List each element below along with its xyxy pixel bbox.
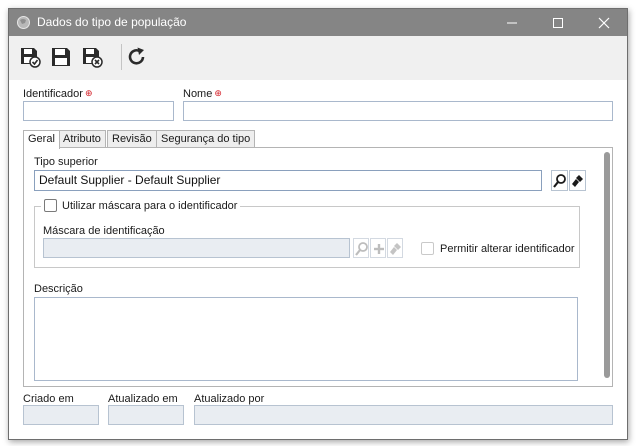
descricao-label: Descrição <box>34 283 83 295</box>
save-close-button[interactable] <box>81 46 103 68</box>
criado-em-label: Criado em <box>23 393 74 405</box>
tab-seguranca-do-tipo[interactable]: Segurança do tipo <box>156 130 256 148</box>
save-new-button[interactable] <box>19 46 41 68</box>
tipo-superior-field[interactable]: Default Supplier - Default Supplier <box>34 170 542 191</box>
tipo-superior-search-button[interactable] <box>551 170 568 191</box>
mask-checkbox-label: Utilizar máscara para o identificador <box>62 199 238 212</box>
atualizado-por-field <box>194 405 613 425</box>
panel-scrollbar-thumb[interactable] <box>604 152 610 378</box>
dialog-window: Dados do tipo de população Identificador… <box>8 8 628 440</box>
mask-search-button[interactable] <box>353 238 369 258</box>
criado-em-field <box>23 405 99 425</box>
mask-label: Máscara de identificação <box>43 225 165 237</box>
save-close-icon <box>83 48 103 68</box>
tab-revisao[interactable]: Revisão <box>107 130 157 148</box>
allow-change-row[interactable]: Permitir alterar identificador <box>421 242 575 255</box>
magnifier-icon <box>553 174 566 188</box>
magnifier-icon <box>355 242 368 256</box>
eraser-broom-icon <box>572 175 583 187</box>
allow-change-checkbox[interactable] <box>421 242 434 255</box>
maximize-icon <box>553 18 563 28</box>
mask-input[interactable] <box>43 238 350 258</box>
identificador-input[interactable] <box>23 101 174 121</box>
title-bar[interactable]: Dados do tipo de população <box>9 9 627 36</box>
mask-groupbox: Utilizar máscara para o identificador Má… <box>34 199 580 268</box>
mask-add-button[interactable] <box>370 238 386 258</box>
window-title: Dados do tipo de população <box>37 15 187 29</box>
identificador-label: Identificador ⊕ <box>23 88 92 100</box>
mask-clear-button[interactable] <box>387 238 403 258</box>
save-icon <box>52 48 70 66</box>
required-icon: ⊕ <box>214 88 222 98</box>
plus-icon <box>374 244 384 254</box>
close-icon <box>598 17 610 29</box>
minimize-icon <box>507 22 517 24</box>
tab-geral[interactable]: Geral <box>23 130 60 149</box>
app-globe-icon <box>17 16 30 29</box>
tipo-superior-label: Tipo superior <box>34 156 98 168</box>
save-button[interactable] <box>50 46 72 68</box>
minimize-button[interactable] <box>489 9 535 36</box>
refresh-icon <box>128 47 145 65</box>
descricao-textarea[interactable] <box>34 297 578 381</box>
nome-label: Nome ⊕ <box>183 88 222 100</box>
identificador-label-text: Identificador <box>23 88 83 100</box>
save-new-icon <box>21 48 41 68</box>
nome-label-text: Nome <box>183 88 213 100</box>
eraser-broom-icon <box>390 243 401 255</box>
maximize-button[interactable] <box>535 9 581 36</box>
nome-input[interactable] <box>183 101 613 121</box>
mask-checkbox-row[interactable]: Utilizar máscara para o identificador <box>41 199 241 212</box>
mask-checkbox[interactable] <box>44 199 57 212</box>
refresh-button[interactable] <box>126 46 148 68</box>
panel-scrollbar[interactable] <box>602 150 612 383</box>
atualizado-por-label: Atualizado por <box>194 393 265 405</box>
atualizado-em-label: Atualizado em <box>108 393 178 405</box>
tab-atributo[interactable]: Atributo <box>58 130 106 148</box>
close-button[interactable] <box>581 9 627 36</box>
toolbar-separator <box>121 44 122 70</box>
tipo-superior-clear-button[interactable] <box>569 170 586 191</box>
atualizado-em-field <box>108 405 184 425</box>
allow-change-label: Permitir alterar identificador <box>440 242 575 255</box>
toolbar <box>9 36 627 80</box>
tab-panel-geral: Tipo superior Default Supplier - Default… <box>23 147 613 387</box>
form-content: Identificador ⊕ Nome ⊕ Geral Atributo Revi… <box>9 80 627 439</box>
required-icon: ⊕ <box>84 88 93 98</box>
